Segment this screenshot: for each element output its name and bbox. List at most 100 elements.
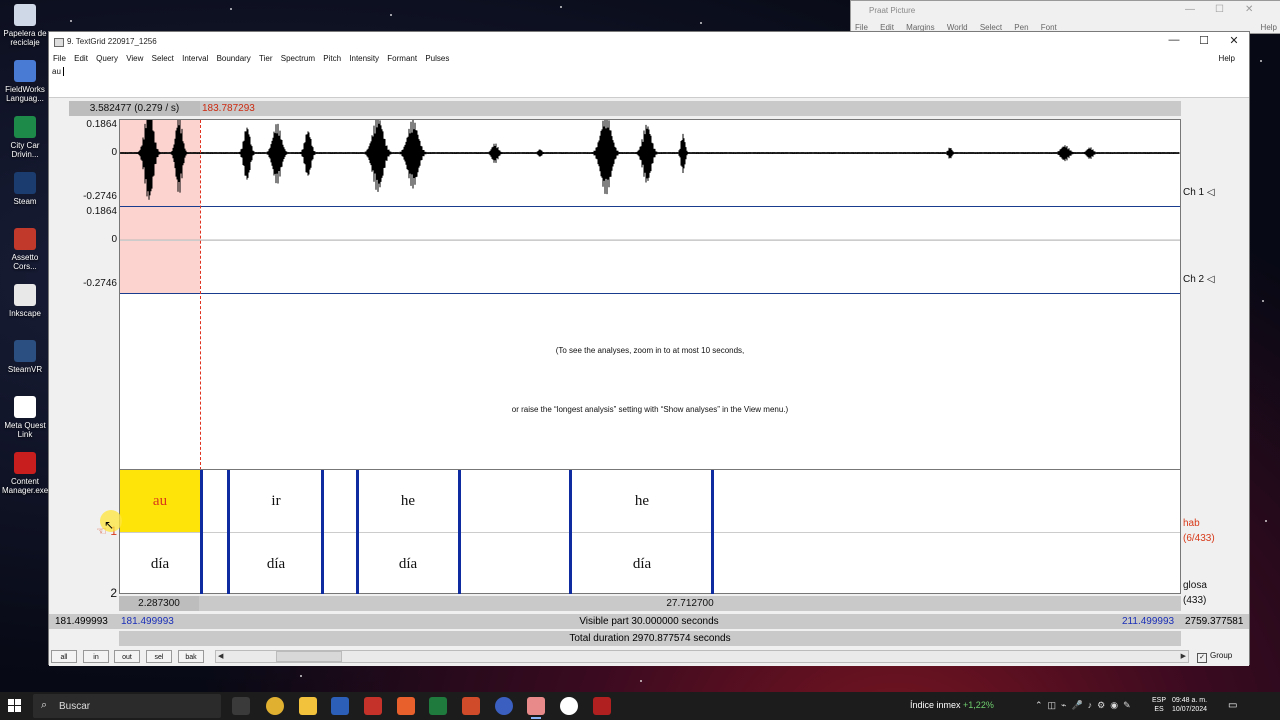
pdf-reader-icon[interactable] [364,697,382,715]
menu-help[interactable]: Help [1219,52,1235,65]
scroll-left-icon[interactable]: ◀ [218,652,223,660]
word-icon[interactable] [331,697,349,715]
task-view-icon[interactable] [232,697,250,715]
language-indicator[interactable]: ESP ES [1152,696,1166,714]
selection-duration[interactable]: 3.582477 (0.279 / s) [69,101,200,116]
desktop-icon[interactable]: Steam [2,172,48,206]
menu-interval[interactable]: Interval [182,52,208,65]
scrollbar-thumb[interactable] [276,651,342,662]
desktop-icon[interactable]: City Car Drivin... [2,116,48,159]
tier-2-interval[interactable]: día [120,533,200,595]
zoom-out-button[interactable]: out [114,650,140,663]
after-selection-duration[interactable]: 27.712700 [200,596,1180,611]
maximize-icon[interactable]: ☐ [1215,4,1224,15]
menu-query[interactable]: Query [96,52,118,65]
tier-2-row[interactable]: día día día día [120,532,1180,595]
close-icon[interactable]: ✕ [1245,4,1253,15]
total-duration-bar[interactable]: Total duration 2970.877574 seconds [119,631,1181,646]
tier-2-name[interactable]: glosa (433) [1183,578,1207,608]
interval-boundary[interactable] [356,470,359,594]
desktop-icon-label: FieldWorks Languag... [5,85,45,103]
tier-1-interval[interactable]: he [358,470,458,532]
minimize-icon[interactable]: — [1185,4,1195,15]
desktop-icon[interactable]: Meta Quest Link [2,396,48,439]
tier-2-interval[interactable]: día [358,533,458,595]
menu-view[interactable]: View [126,52,143,65]
desktop-icon[interactable]: SteamVR [2,340,48,374]
tier-1-interval[interactable]: ir [230,470,322,532]
maximize-icon[interactable]: ☐ [1189,34,1219,47]
ch1-label[interactable]: Ch 1 ◁ [1183,187,1215,198]
interval-boundary[interactable] [321,470,324,594]
desktop-icon[interactable]: Papelera de reciclaje [2,4,48,47]
menu-spectrum[interactable]: Spectrum [281,52,315,65]
zoom-in-button[interactable]: in [83,650,109,663]
app-icon[interactable] [495,697,513,715]
notification-icon[interactable]: ▭ [1228,700,1237,711]
chrome-icon[interactable] [266,697,284,715]
menu-file[interactable]: File [53,52,66,65]
interval-boundary[interactable] [569,470,572,594]
interval-boundary[interactable] [200,470,203,594]
app-icon[interactable] [593,697,611,715]
zoom-sel-button[interactable]: sel [146,650,172,663]
ch2-ymin-label: -0.2746 [83,278,117,289]
interval-boundary[interactable] [458,470,461,594]
menu-pitch[interactable]: Pitch [323,52,341,65]
menu-pulses[interactable]: Pulses [425,52,449,65]
ch2-label[interactable]: Ch 2 ◁ [1183,274,1215,285]
stock-ticker[interactable]: Índice inmex +1,22% [910,700,994,710]
app-icon[interactable] [397,697,415,715]
interval-boundary[interactable] [711,470,714,594]
ch2-ymax-label: 0.1864 [86,206,117,217]
after-window-duration[interactable]: 2759.377581 [1185,614,1243,629]
zoom-back-button[interactable]: bak [178,650,204,663]
tier-1-interval[interactable]: he [571,470,713,532]
selected-part-duration[interactable]: 2.287300 [119,596,199,611]
menu-tier[interactable]: Tier [259,52,272,65]
menu-edit[interactable]: Edit [74,52,88,65]
tier-1-row[interactable]: au ir he he [120,470,1180,532]
system-tray[interactable]: ⌃ ◫ ⌁ 🎤 ♪ ⚙ ◉ ✎ [1035,700,1131,711]
obs-icon[interactable] [560,697,578,715]
desktop-icon[interactable]: Inkscape [2,284,48,318]
scroll-right-icon[interactable]: ▶ [1181,652,1186,660]
windows-start-icon[interactable] [8,699,22,713]
menu-select[interactable]: Select [152,52,174,65]
tier-2-interval[interactable]: día [571,533,713,595]
tier-2-number[interactable]: 2 [69,586,117,600]
ch1-ymin-label: -0.2746 [83,191,117,202]
menu-formant[interactable]: Formant [387,52,417,65]
menu-intensity[interactable]: Intensity [349,52,379,65]
textgrid-editor-window[interactable]: 9. TextGrid 220917_1256 — ☐ ✕ File Edit … [48,31,1250,666]
taskbar-search[interactable]: ⌕ Buscar [33,694,221,718]
visible-part-label[interactable]: Visible part 30.000000 seconds [49,614,1249,629]
zoom-all-button[interactable]: all [51,650,77,663]
tier-1-interval-selected[interactable]: au [120,470,200,532]
desktop-icon[interactable]: Assetto Cors... [2,228,48,271]
tiers-area[interactable]: au ir he he día día día día [120,469,1180,594]
minimize-icon[interactable]: — [1159,34,1189,46]
excel-icon[interactable] [429,697,447,715]
search-placeholder: Buscar [59,701,91,712]
praat-picture-window[interactable]: Praat Picture File Edit Margins World Se… [850,0,1280,34]
title-bar[interactable]: 9. TextGrid 220917_1256 — ☐ ✕ [49,32,1249,52]
interval-boundary[interactable] [227,470,230,594]
clock[interactable]: 09:48 a. m. 10/07/2024 [1172,696,1207,714]
group-checkbox[interactable]: ✓ Group [1197,651,1232,663]
praat-icon[interactable] [527,697,545,719]
signal-area[interactable]: (To see the analyses, zoom in to at most… [119,119,1181,594]
powerpoint-icon[interactable] [462,697,480,715]
close-icon[interactable]: ✕ [1219,34,1249,47]
tier-1-name[interactable]: hab (6/433) [1183,516,1215,546]
interval-text-field[interactable]: au [49,65,1249,98]
file-explorer-icon[interactable] [299,697,317,715]
desktop-app-icon [14,396,36,418]
desktop-icon[interactable]: Content Manager.exe [2,452,48,495]
desktop-icon-label: Assetto Cors... [11,253,39,271]
time-scrollbar[interactable]: ◀ ▶ [215,650,1189,663]
picture-menu-help[interactable]: Help [1261,23,1277,32]
desktop-icon[interactable]: FieldWorks Languag... [2,60,48,103]
menu-boundary[interactable]: Boundary [217,52,251,65]
tier-2-interval[interactable]: día [230,533,322,595]
